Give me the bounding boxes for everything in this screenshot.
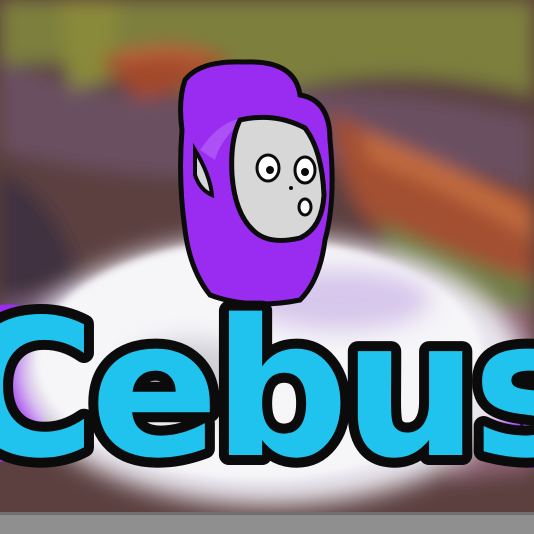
bottom-bar bbox=[0, 514, 534, 534]
game-title: Cebus Cebus bbox=[0, 269, 534, 510]
game-cover-art: Cebus Cebus bbox=[0, 0, 534, 534]
game-title-text: Cebus bbox=[0, 279, 534, 500]
purple-monkey-character-icon bbox=[178, 59, 335, 307]
bottom-bar-divider bbox=[0, 512, 534, 515]
